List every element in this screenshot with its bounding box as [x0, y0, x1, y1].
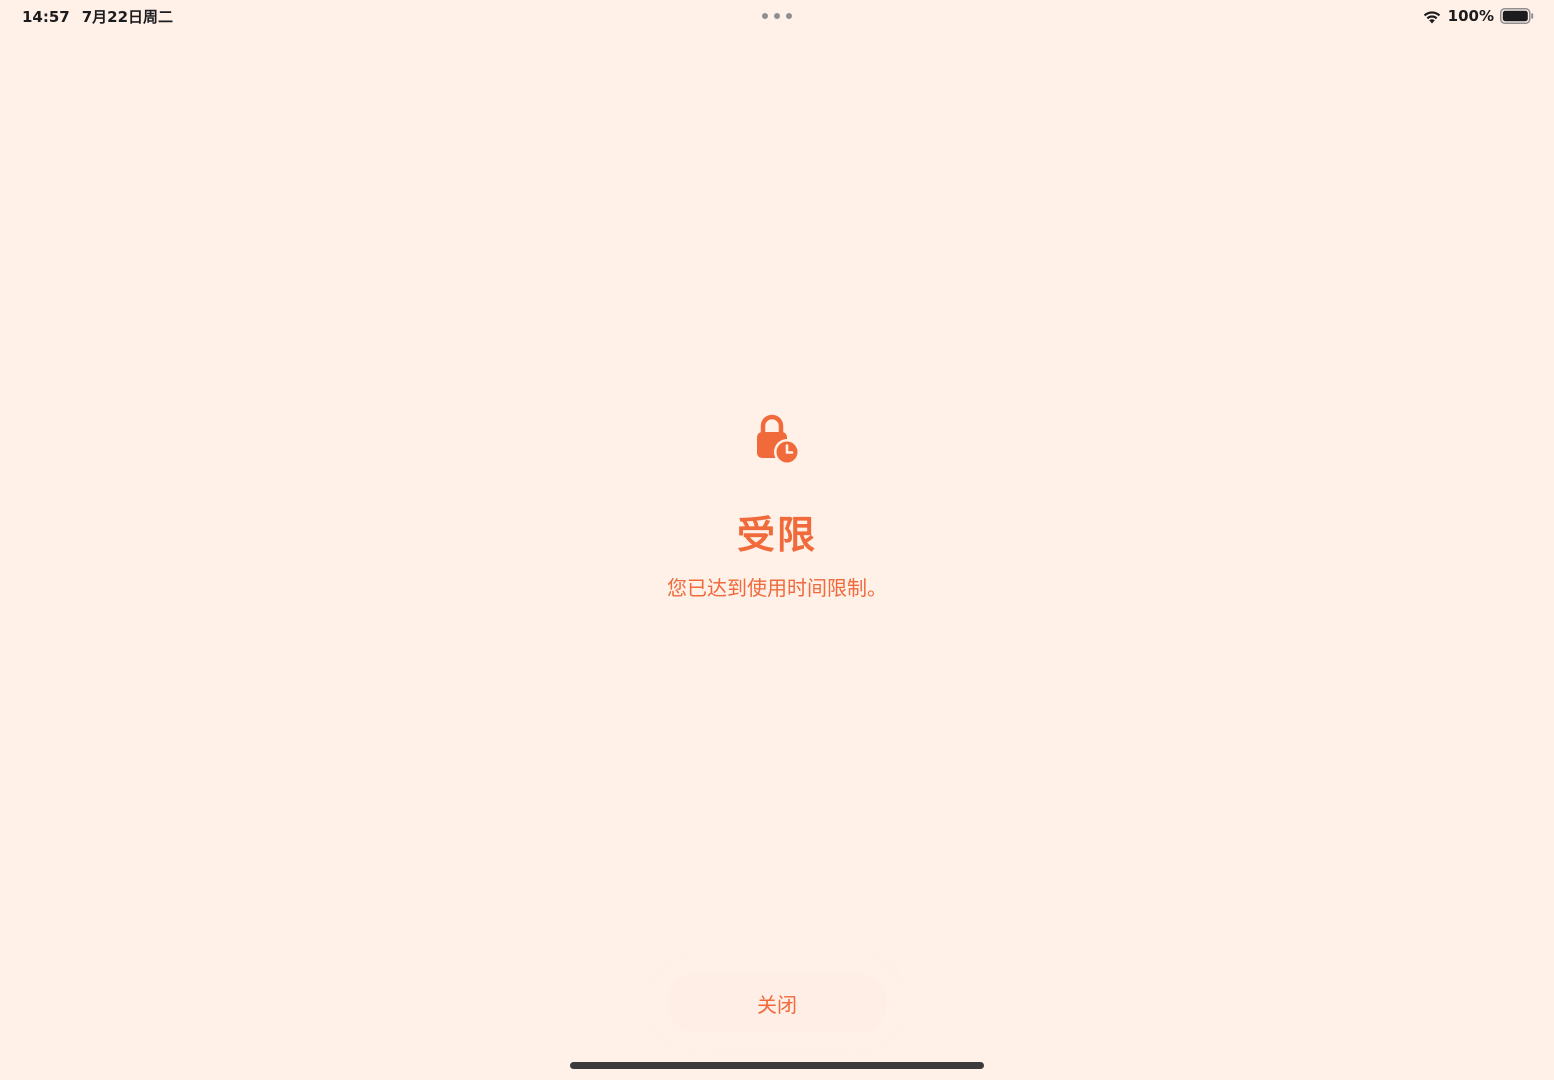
- limit-message: 您已达到使用时间限制。: [667, 576, 887, 600]
- home-indicator[interactable]: [570, 1062, 984, 1069]
- status-time-date: 14:57 7月22日周二: [22, 6, 173, 27]
- status-time: 14:57: [22, 8, 70, 26]
- restriction-panel: 受限 您已达到使用时间限制。: [0, 412, 1554, 602]
- status-date: 7月22日周二: [81, 8, 174, 26]
- status-indicators: 100%: [1422, 5, 1534, 27]
- battery-icon: [1500, 8, 1534, 24]
- wifi-icon: [1422, 9, 1442, 24]
- more-dots-icon[interactable]: [762, 12, 792, 20]
- close-button[interactable]: 关闭: [667, 973, 887, 1033]
- page-title: 受限: [736, 513, 817, 557]
- lock-clock-icon: [753, 412, 801, 466]
- status-bar: 14:57 7月22日周二 100%: [0, 0, 1554, 32]
- battery-percent: 100%: [1447, 7, 1494, 25]
